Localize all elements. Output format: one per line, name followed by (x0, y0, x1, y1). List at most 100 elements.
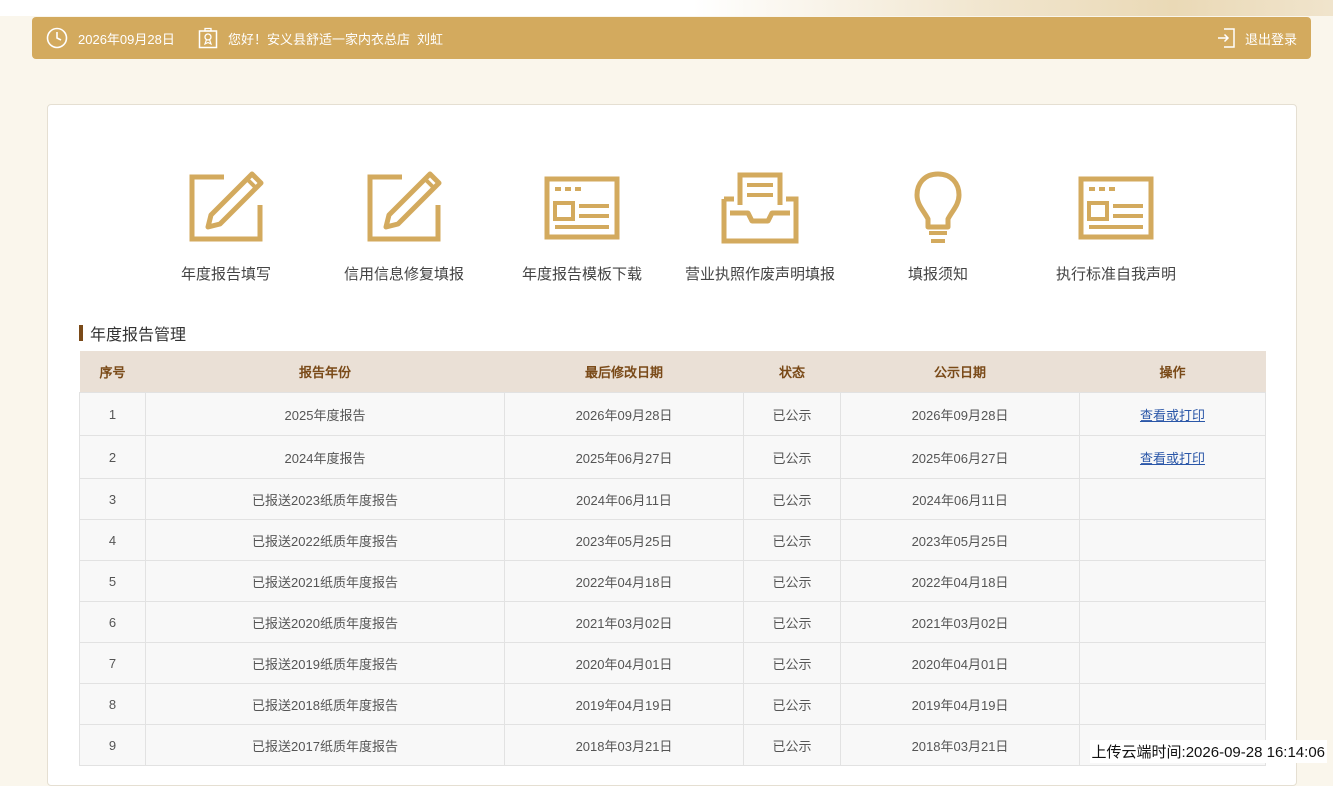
cell-no: 4 (79, 519, 146, 561)
certificate-icon (198, 27, 218, 49)
upload-timestamp: 上传云端时间:2026-09-28 16:14:06 (1089, 740, 1327, 763)
cell-status: 已公示 (743, 392, 841, 436)
logout-label: 退出登录 (1244, 31, 1297, 47)
section-title: 年度报告管理 (79, 321, 186, 345)
cell-published: 2021年03月02日 (840, 601, 1080, 643)
logout-button[interactable]: 退出登录 (1216, 17, 1297, 59)
cell-published: 2018年03月21日 (840, 724, 1080, 766)
tile-license-void[interactable]: 营业执照作废声明填报 (675, 169, 845, 289)
col-header-no: 序号 (79, 351, 146, 393)
cell-no: 7 (79, 642, 146, 684)
cell-year: 已报送2023纸质年度报告 (145, 478, 505, 520)
cell-year: 已报送2022纸质年度报告 (145, 519, 505, 561)
table-row: 2 2024年度报告 2025年06月27日 已公示 2025年06月27日 查… (79, 435, 1266, 479)
edit-document-icon (364, 169, 444, 249)
cell-no: 6 (79, 601, 146, 643)
cell-status: 已公示 (743, 478, 841, 520)
cell-status: 已公示 (743, 519, 841, 561)
tile-label: 年度报告填写 (180, 266, 271, 283)
cell-published: 2026年09月28日 (840, 392, 1080, 436)
cell-no: 1 (79, 392, 146, 436)
table-header-row: 序号 报告年份 最后修改日期 状态 公示日期 操作 (79, 351, 1266, 393)
section-marker (79, 325, 83, 341)
cell-status: 已公示 (743, 642, 841, 684)
top-bar: 2026年09月28日 您好！安义县舒适一家内衣总店 刘虹 退出登录 (32, 17, 1311, 59)
col-header-year: 报告年份 (145, 351, 505, 393)
table-row: 8 已报送2018纸质年度报告 2019年04月19日 已公示 2019年04月… (79, 683, 1266, 725)
tile-annual-report-fill[interactable]: 年度报告填写 (141, 169, 311, 289)
table-row: 7 已报送2019纸质年度报告 2020年04月01日 已公示 2020年04月… (79, 642, 1266, 684)
view-print-link[interactable]: 查看或打印 (1140, 451, 1205, 466)
cell-published: 2020年04月01日 (840, 642, 1080, 684)
cell-year: 已报送2017纸质年度报告 (145, 724, 505, 766)
top-decoration (693, 0, 1333, 16)
inbox-document-icon (720, 169, 800, 249)
cell-action (1079, 601, 1266, 643)
user-name: 刘虹 (417, 31, 444, 47)
table-row: 3 已报送2023纸质年度报告 2024年06月11日 已公示 2024年06月… (79, 478, 1266, 520)
cell-year: 已报送2018纸质年度报告 (145, 683, 505, 725)
table-row: 4 已报送2022纸质年度报告 2023年05月25日 已公示 2023年05月… (79, 519, 1266, 561)
annual-report-table: 序号 报告年份 最后修改日期 状态 公示日期 操作 1 2025年度报告 202… (79, 351, 1266, 766)
cell-modified: 2025年06月27日 (504, 435, 744, 479)
cell-action: 查看或打印 (1079, 435, 1266, 479)
form-template-icon (1076, 169, 1156, 249)
edit-document-icon (186, 169, 266, 249)
col-header-published: 公示日期 (840, 351, 1080, 393)
logout-icon (1216, 27, 1236, 49)
tile-credit-repair[interactable]: 信用信息修复填报 (319, 169, 489, 289)
tile-label: 信用信息修复填报 (343, 266, 464, 283)
cell-action (1079, 519, 1266, 561)
cell-year: 已报送2019纸质年度报告 (145, 642, 505, 684)
greeting: 您好！安义县舒适一家内衣总店 刘虹 (198, 17, 443, 59)
table-row: 1 2025年度报告 2026年09月28日 已公示 2026年09月28日 查… (79, 392, 1266, 436)
cell-no: 2 (79, 435, 146, 479)
cell-status: 已公示 (743, 560, 841, 602)
table-row: 5 已报送2021纸质年度报告 2022年04月18日 已公示 2022年04月… (79, 560, 1266, 602)
cell-status: 已公示 (743, 683, 841, 725)
tile-notice[interactable]: 填报须知 (853, 169, 1023, 289)
cell-modified: 2023年05月25日 (504, 519, 744, 561)
cell-action (1079, 478, 1266, 520)
lightbulb-icon (898, 169, 978, 249)
main-card: 年度报告填写 信用信息修复填报 年度报告模板下载 营业执照作废声明填报 填报须知… (47, 104, 1297, 786)
cell-modified: 2021年03月02日 (504, 601, 744, 643)
col-header-status: 状态 (743, 351, 841, 393)
clock-icon (46, 27, 68, 49)
col-header-action: 操作 (1079, 351, 1266, 393)
date-text: 2026年09月28日 (78, 31, 175, 47)
table-row: 6 已报送2020纸质年度报告 2021年03月02日 已公示 2021年03月… (79, 601, 1266, 643)
cell-modified: 2020年04月01日 (504, 642, 744, 684)
cell-modified: 2019年04月19日 (504, 683, 744, 725)
cell-modified: 2018年03月21日 (504, 724, 744, 766)
cell-published: 2023年05月25日 (840, 519, 1080, 561)
cell-year: 已报送2021纸质年度报告 (145, 560, 505, 602)
cell-published: 2019年04月19日 (840, 683, 1080, 725)
tile-label: 年度报告模板下载 (521, 266, 642, 283)
tile-template-download[interactable]: 年度报告模板下载 (497, 169, 667, 289)
cell-year: 2024年度报告 (145, 435, 505, 479)
cell-modified: 2022年04月18日 (504, 560, 744, 602)
cell-status: 已公示 (743, 724, 841, 766)
cell-no: 8 (79, 683, 146, 725)
cell-year: 已报送2020纸质年度报告 (145, 601, 505, 643)
cell-status: 已公示 (743, 601, 841, 643)
cell-action (1079, 560, 1266, 602)
cell-published: 2025年06月27日 (840, 435, 1080, 479)
table-row: 9 已报送2017纸质年度报告 2018年03月21日 已公示 2018年03月… (79, 724, 1266, 766)
cell-no: 9 (79, 724, 146, 766)
tile-label: 填报须知 (907, 266, 968, 283)
cell-published: 2024年06月11日 (840, 478, 1080, 520)
cell-year: 2025年度报告 (145, 392, 505, 436)
cell-no: 5 (79, 560, 146, 602)
tile-label: 执行标准自我声明 (1055, 266, 1176, 283)
date-display: 2026年09月28日 (46, 17, 175, 59)
section-title-text: 年度报告管理 (90, 327, 187, 344)
greeting-text: 您好！安义县舒适一家内衣总店 (228, 31, 411, 47)
cell-action: 查看或打印 (1079, 392, 1266, 436)
tile-standard-declaration[interactable]: 执行标准自我声明 (1031, 169, 1201, 289)
cell-modified: 2026年09月28日 (504, 392, 744, 436)
cell-no: 3 (79, 478, 146, 520)
cell-action (1079, 683, 1266, 725)
view-print-link[interactable]: 查看或打印 (1140, 408, 1205, 423)
